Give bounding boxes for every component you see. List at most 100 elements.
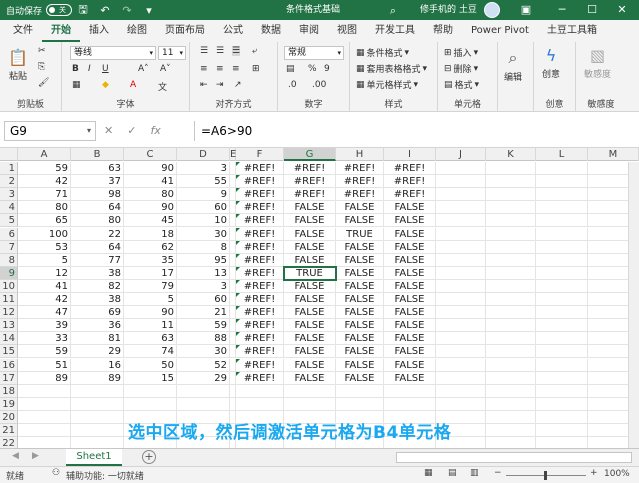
column-header-j[interactable]: J bbox=[436, 148, 486, 161]
cell-f19[interactable] bbox=[236, 397, 284, 411]
cell-b16[interactable]: 16 bbox=[71, 358, 124, 372]
cell-g6[interactable]: FALSE bbox=[284, 227, 336, 241]
cell-c8[interactable]: 35 bbox=[124, 253, 177, 267]
cell-h6[interactable]: TRUE bbox=[336, 227, 384, 241]
cell-f5[interactable]: #REF! bbox=[236, 214, 284, 228]
tab-7[interactable]: 审阅 bbox=[290, 20, 328, 42]
paste-button[interactable]: 📋 粘贴 bbox=[8, 48, 28, 82]
cell-k1[interactable] bbox=[486, 162, 536, 175]
cell-g4[interactable]: FALSE bbox=[284, 201, 336, 215]
cell-b6[interactable]: 22 bbox=[71, 227, 124, 241]
cell-l2[interactable] bbox=[536, 175, 588, 189]
cell-g16[interactable]: FALSE bbox=[284, 358, 336, 372]
cell-k7[interactable] bbox=[486, 240, 536, 254]
cell-b17[interactable]: 89 bbox=[71, 371, 124, 385]
cell-f6[interactable]: #REF! bbox=[236, 227, 284, 241]
cell-b18[interactable] bbox=[71, 384, 124, 398]
row-header[interactable]: 16 bbox=[0, 358, 18, 372]
editing-button[interactable]: ⌕ 编辑 bbox=[504, 48, 522, 83]
cell-h16[interactable]: FALSE bbox=[336, 358, 384, 372]
cell-a5[interactable]: 65 bbox=[18, 214, 71, 228]
tab-4[interactable]: 页面布局 bbox=[156, 20, 214, 42]
cell-h19[interactable] bbox=[336, 397, 384, 411]
cell-j6[interactable] bbox=[436, 227, 486, 241]
document-title[interactable]: 条件格式基础 bbox=[286, 0, 340, 20]
cell-a13[interactable]: 39 bbox=[18, 319, 71, 333]
copy-icon[interactable]: ⎘ bbox=[38, 62, 45, 72]
insert-cells-button[interactable]: ⊞ 插入 ▾ bbox=[444, 46, 478, 60]
cell-c19[interactable] bbox=[124, 397, 177, 411]
cell-k19[interactable] bbox=[486, 397, 536, 411]
merge-icon[interactable]: ⊞ bbox=[252, 64, 260, 74]
cell-l8[interactable] bbox=[536, 253, 588, 267]
cell-h11[interactable]: FALSE bbox=[336, 293, 384, 306]
column-header-h[interactable]: H bbox=[336, 148, 384, 161]
row-header[interactable]: 4 bbox=[0, 201, 18, 215]
cell-h14[interactable]: FALSE bbox=[336, 332, 384, 346]
cell-i3[interactable]: #REF! bbox=[384, 188, 436, 202]
undo-icon[interactable]: ↶ bbox=[94, 4, 116, 17]
cell-l19[interactable] bbox=[536, 397, 588, 411]
cell-l22[interactable] bbox=[536, 437, 588, 448]
cell-i8[interactable]: FALSE bbox=[384, 253, 436, 267]
page-layout-icon[interactable]: ▤ bbox=[448, 468, 457, 478]
cell-c11[interactable]: 5 bbox=[124, 293, 177, 306]
cell-c10[interactable]: 79 bbox=[124, 279, 177, 293]
orientation-icon[interactable]: ↗ bbox=[234, 80, 242, 90]
cell-j14[interactable] bbox=[436, 332, 486, 346]
fill-color-icon[interactable]: ◆ bbox=[102, 80, 109, 90]
cell-l16[interactable] bbox=[536, 358, 588, 372]
cell-g7[interactable]: FALSE bbox=[284, 240, 336, 254]
cell-l17[interactable] bbox=[536, 371, 588, 385]
cell-d18[interactable] bbox=[177, 384, 230, 398]
cell-h1[interactable]: #REF! bbox=[336, 162, 384, 175]
cell-h8[interactable]: FALSE bbox=[336, 253, 384, 267]
column-header-l[interactable]: L bbox=[536, 148, 588, 161]
format-as-table-button[interactable]: ▦ 套用表格格式 ▾ bbox=[356, 62, 427, 76]
cell-k9[interactable] bbox=[486, 266, 536, 280]
row-header[interactable]: 19 bbox=[0, 397, 18, 411]
cell-c18[interactable] bbox=[124, 384, 177, 398]
font-size-combo[interactable]: 11 ▾ bbox=[158, 46, 186, 60]
number-format-combo[interactable]: 常规 ▾ bbox=[284, 46, 344, 60]
cell-b4[interactable]: 64 bbox=[71, 201, 124, 215]
cell-i14[interactable]: FALSE bbox=[384, 332, 436, 346]
tab-0[interactable]: 文件 bbox=[4, 20, 42, 42]
cell-l5[interactable] bbox=[536, 214, 588, 228]
cell-styles-button[interactable]: ▦ 单元格样式 ▾ bbox=[356, 78, 418, 92]
cell-k14[interactable] bbox=[486, 332, 536, 346]
cell-h17[interactable]: FALSE bbox=[336, 371, 384, 385]
cell-g1[interactable]: #REF! bbox=[284, 162, 336, 175]
cell-c5[interactable]: 45 bbox=[124, 214, 177, 228]
row-header[interactable]: 8 bbox=[0, 253, 18, 267]
cell-l21[interactable] bbox=[536, 424, 588, 437]
cell-g8[interactable]: FALSE bbox=[284, 253, 336, 267]
cell-i10[interactable]: FALSE bbox=[384, 279, 436, 293]
horizontal-scrollbar[interactable] bbox=[396, 452, 632, 463]
cell-c4[interactable]: 90 bbox=[124, 201, 177, 215]
cell-g19[interactable] bbox=[284, 397, 336, 411]
cell-j12[interactable] bbox=[436, 306, 486, 320]
cell-f3[interactable]: #REF! bbox=[236, 188, 284, 202]
cell-a17[interactable]: 89 bbox=[18, 371, 71, 385]
cell-d8[interactable]: 95 bbox=[177, 253, 230, 267]
cell-j1[interactable] bbox=[436, 162, 486, 175]
tab-1[interactable]: 开始 bbox=[42, 20, 80, 42]
cell-b8[interactable]: 77 bbox=[71, 253, 124, 267]
row-header[interactable]: 21 bbox=[0, 424, 18, 437]
cell-b14[interactable]: 81 bbox=[71, 332, 124, 346]
sheet-tab-sheet1[interactable]: Sheet1 bbox=[66, 449, 122, 466]
font-color-icon[interactable]: A bbox=[130, 80, 136, 90]
cell-d13[interactable]: 59 bbox=[177, 319, 230, 333]
cell-k3[interactable] bbox=[486, 188, 536, 202]
cell-d11[interactable]: 60 bbox=[177, 293, 230, 306]
decrease-font-button[interactable]: A˅ bbox=[160, 64, 171, 74]
cell-a3[interactable]: 71 bbox=[18, 188, 71, 202]
cell-a15[interactable]: 59 bbox=[18, 345, 71, 359]
cell-d15[interactable]: 30 bbox=[177, 345, 230, 359]
cell-i4[interactable]: FALSE bbox=[384, 201, 436, 215]
increase-decimal-icon[interactable]: .0 bbox=[288, 80, 297, 90]
cell-k13[interactable] bbox=[486, 319, 536, 333]
row-header[interactable]: 2 bbox=[0, 175, 18, 189]
row-header[interactable]: 20 bbox=[0, 410, 18, 424]
